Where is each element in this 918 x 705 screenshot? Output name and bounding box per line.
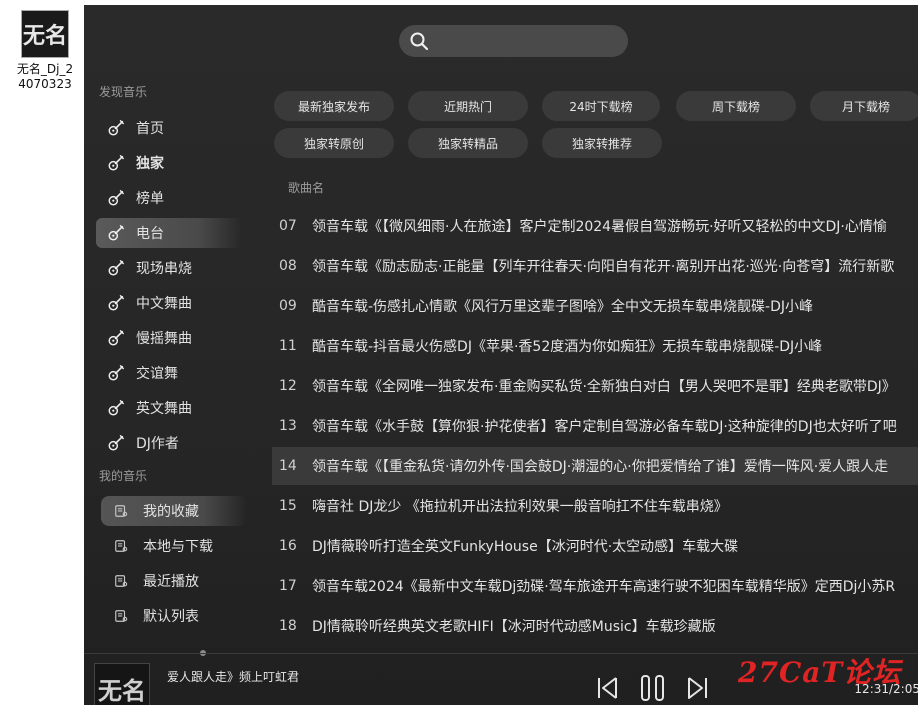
file-thumbnail: 无名 [21, 10, 69, 58]
song-row[interactable]: 07 领音车载《【微风细雨·人在旅途】客户定制2024暑假自驾游畅玩·好听又轻松的… [272, 207, 918, 245]
song-title: 嗨音社 DJ龙少 《拖拉机开出法拉利效果一般音响扛不住车载串烧》 [312, 499, 728, 515]
pause-icon[interactable] [639, 673, 667, 703]
song-number: 13 [279, 418, 297, 434]
desktop-file-icon[interactable]: 无名 无名_Dj_24070323 [14, 8, 76, 92]
song-title: 领音车载2024《最新中文车载Dj劲碟·驾车旅途开车高速行驶不犯困车载精华版》定… [312, 579, 896, 595]
song-row[interactable]: 16 DJ情薇聆听打造全英文FunkyHouse【冰河时代·太空动感】车载大碟 [272, 527, 918, 565]
song-row[interactable]: 15 嗨音社 DJ龙少 《拖拉机开出法拉利效果一般音响扛不住车载串烧》 [272, 487, 918, 525]
now-playing-cover[interactable]: 无名 [94, 663, 150, 705]
player-bar: 无名 爱人跟人走》频上叮虹君 27CaT论坛 12:31/2:05 [84, 655, 918, 705]
next-track-icon[interactable] [685, 675, 709, 701]
song-row[interactable]: 12 领音车载《全网唯一独家发布·重金购买私货·全新独白对白【男人哭吧不是罪】经典… [272, 367, 918, 405]
song-number: 14 [279, 458, 297, 474]
song-row[interactable]: 14 领音车载《【重金私货·请勿外传·国会鼓DJ·潮湿的心·你把爱情给了谁】爱情一… [272, 447, 918, 485]
file-label: 无名_Dj_24070323 [16, 62, 74, 91]
song-number: 08 [279, 258, 297, 274]
song-row[interactable]: 17 领音车载2024《最新中文车载Dj劲碟·驾车旅途开车高速行驶不犯困车载精华版… [272, 567, 918, 605]
now-playing-title: 爱人跟人走》频上叮虹君 [167, 670, 300, 684]
song-number: 07 [279, 218, 297, 234]
song-title: 领音车载《全网唯一独家发布·重金购买私货·全新独白对白【男人哭吧不是罪】经典老歌… [312, 379, 896, 395]
song-title: 领音车载《【重金私货·请勿外传·国会鼓DJ·潮湿的心·你把爱情给了谁】爱情一阵风… [312, 459, 889, 475]
song-title: DJ情薇聆听打造全英文FunkyHouse【冰河时代·太空动感】车载大碟 [312, 539, 739, 555]
song-number: 09 [279, 298, 297, 314]
song-list: 07 领音车载《【微风细雨·人在旅途】客户定制2024暑假自驾游畅玩·好听又轻松的… [84, 5, 918, 633]
song-row[interactable]: 11 酷音车载-抖音最火伤感DJ《苹果·香52度酒为你如痴狂》无损车载串烧靓碟-D… [272, 327, 918, 365]
song-title: 领音车载《励志励志·正能量【列车开往春天·向阳自有花开·离别开出花·巡光·向苍穹… [312, 259, 895, 275]
playback-time: 12:31/2:05 [854, 682, 918, 696]
previous-track-icon[interactable] [596, 675, 620, 701]
song-title: DJ情薇聆听经典英文老歌HIFI【冰河时代动感Music】车载珍藏版 [312, 619, 716, 633]
song-row[interactable]: 18 DJ情薇聆听经典英文老歌HIFI【冰河时代动感Music】车载珍藏版 [272, 607, 918, 633]
song-number: 12 [279, 378, 297, 394]
song-title: 酷音车载-抖音最火伤感DJ《苹果·香52度酒为你如痴狂》无损车载串烧靓碟-DJ小… [312, 339, 823, 355]
song-number: 17 [279, 578, 297, 594]
song-number: 18 [279, 618, 297, 633]
song-title: 领音车载《水手鼓【算你狠·护花使者】客户定制自驾游必备车载DJ·这种旋律的DJ也… [312, 419, 897, 435]
song-number: 16 [279, 538, 297, 554]
song-row[interactable]: 09 酷音车载-伤感扎心情歌《风行万里这辈子图啥》全中文无损车载串烧靓碟-DJ小峰 [272, 287, 918, 325]
music-app-window: 发现音乐 首页 独家 榜单 电台 现场串烧 中文舞曲 慢摇舞曲 交谊舞 英文舞曲 DJ作者 我的音… [84, 5, 918, 705]
song-number: 15 [279, 498, 297, 514]
song-title: 领音车载《【微风细雨·人在旅途】客户定制2024暑假自驾游畅玩·好听又轻松的中文… [312, 219, 887, 235]
song-number: 11 [279, 338, 297, 354]
song-title: 酷音车载-伤感扎心情歌《风行万里这辈子图啥》全中文无损车载串烧靓碟-DJ小峰 [312, 299, 814, 315]
song-row[interactable]: 13 领音车载《水手鼓【算你狠·护花使者】客户定制自驾游必备车载DJ·这种旋律的D… [272, 407, 918, 445]
song-row[interactable]: 08 领音车载《励志励志·正能量【列车开往春天·向阳自有花开·离别开出花·巡光·向… [272, 247, 918, 285]
